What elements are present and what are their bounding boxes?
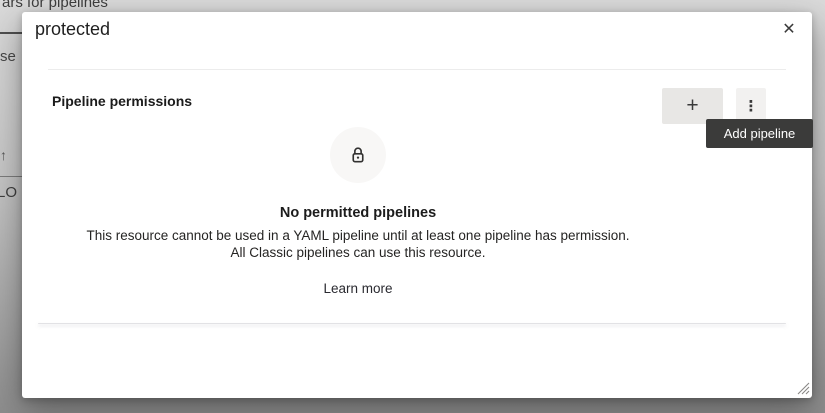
empty-state-title: No permitted pipelines xyxy=(48,205,668,221)
pipeline-permissions-dialog: protected ✕ Pipeline permissions + ⋮ Add… xyxy=(22,12,812,398)
resize-gripper-icon[interactable] xyxy=(796,381,810,395)
close-icon: ✕ xyxy=(782,21,795,38)
empty-state: No permitted pipelines This resource can… xyxy=(48,127,668,298)
plus-icon: + xyxy=(686,94,698,117)
add-pipeline-tooltip: Add pipeline xyxy=(706,119,813,148)
up-arrow-icon: ↑ xyxy=(0,147,7,163)
empty-state-text: All Classic pipelines can use this resou… xyxy=(48,244,668,261)
card-bottom-edge xyxy=(38,323,786,324)
close-button[interactable]: ✕ xyxy=(773,14,805,46)
background-text-fragment: LO xyxy=(0,184,17,201)
header-divider xyxy=(48,69,786,70)
dialog-title: protected xyxy=(35,19,110,40)
screen: ars for pipelines se ↑ LO protected ✕ Pi… xyxy=(0,0,825,413)
kebab-menu-icon: ⋮ xyxy=(744,97,759,115)
section-heading: Pipeline permissions xyxy=(52,93,192,109)
background-text-fragment: ars for pipelines xyxy=(2,0,108,11)
background-text-fragment: se xyxy=(0,48,16,65)
lock-icon xyxy=(348,145,368,165)
empty-state-text: This resource cannot be used in a YAML p… xyxy=(48,227,668,244)
learn-more-link[interactable]: Learn more xyxy=(323,280,392,297)
lock-badge xyxy=(330,127,386,183)
